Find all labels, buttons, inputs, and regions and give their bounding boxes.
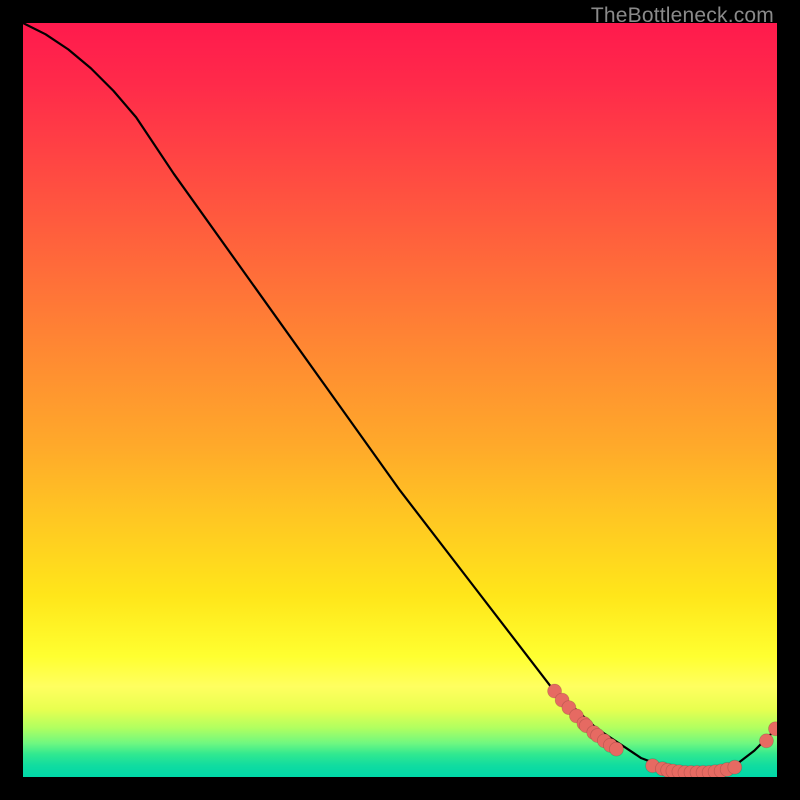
scatter-dots (548, 684, 777, 777)
chart-svg (23, 23, 777, 777)
line-series-curve (23, 23, 777, 773)
data-point (609, 742, 623, 756)
plot-area (23, 23, 777, 777)
chart-stage: TheBottleneck.com (0, 0, 800, 800)
data-point (728, 760, 742, 774)
data-point (759, 734, 773, 748)
data-point (768, 722, 777, 736)
